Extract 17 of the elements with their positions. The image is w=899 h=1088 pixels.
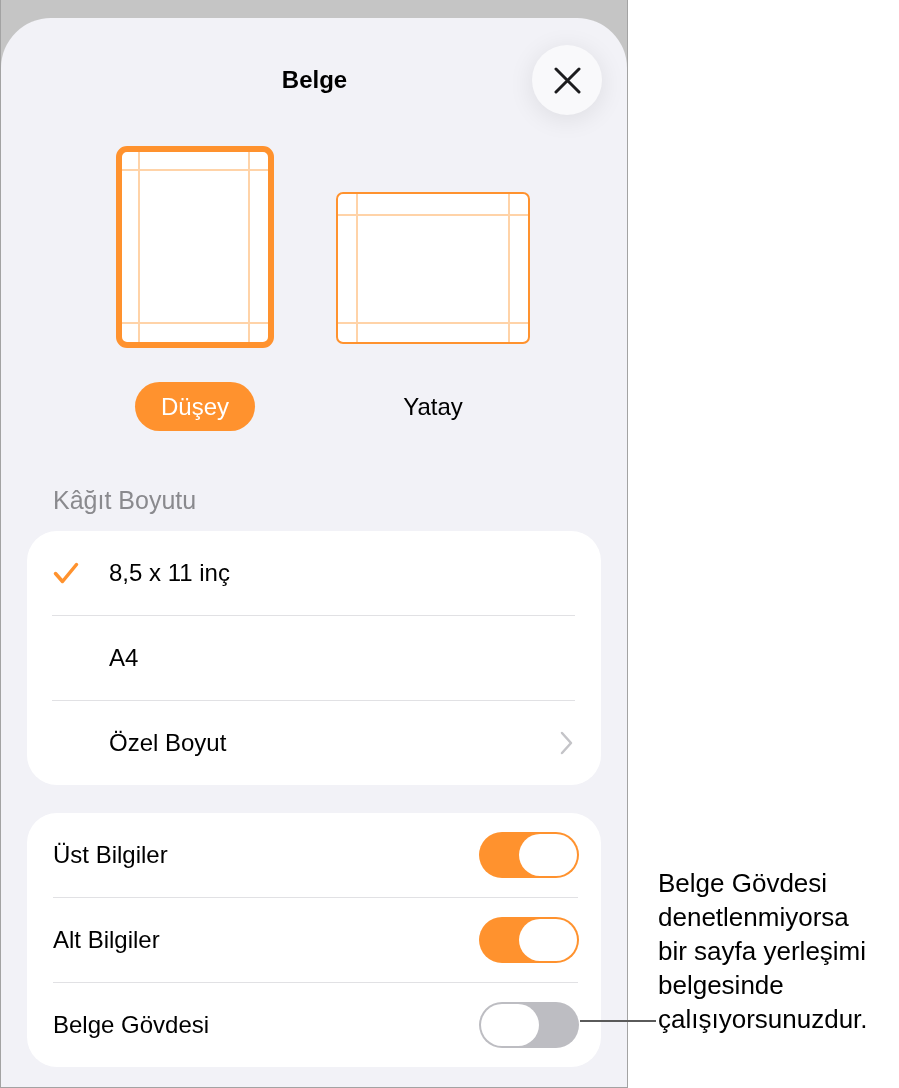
toggle-label: Belge Gövdesi xyxy=(53,1011,210,1039)
toggle-switch[interactable] xyxy=(479,832,579,878)
toggle-label: Alt Bilgiler xyxy=(53,926,160,954)
toggle-switch[interactable] xyxy=(479,1002,579,1048)
toggle-switch[interactable] xyxy=(479,917,579,963)
section-header: Kâğıt Boyutu xyxy=(53,485,197,515)
paper-size-option[interactable]: A4 xyxy=(27,616,601,700)
landscape-page-icon[interactable] xyxy=(336,192,530,344)
paper-size-option[interactable]: Özel Boyut xyxy=(27,701,601,785)
chevron-icon xyxy=(560,731,573,755)
orientation-button[interactable]: Yatay xyxy=(377,382,489,431)
toggle-label: Üst Bilgiler xyxy=(53,841,168,869)
sheet-title: Belge xyxy=(281,65,348,95)
close-icon xyxy=(553,66,581,94)
portrait-page-icon[interactable] xyxy=(116,146,274,348)
callout-text: Belge Gövdesi denetlenmiyorsa bir sayfa yerleşimi belgesinde çalışıyorsunuzdur. xyxy=(658,867,869,1036)
paper-size-option[interactable]: 8,5 x 11 inç xyxy=(27,531,601,615)
